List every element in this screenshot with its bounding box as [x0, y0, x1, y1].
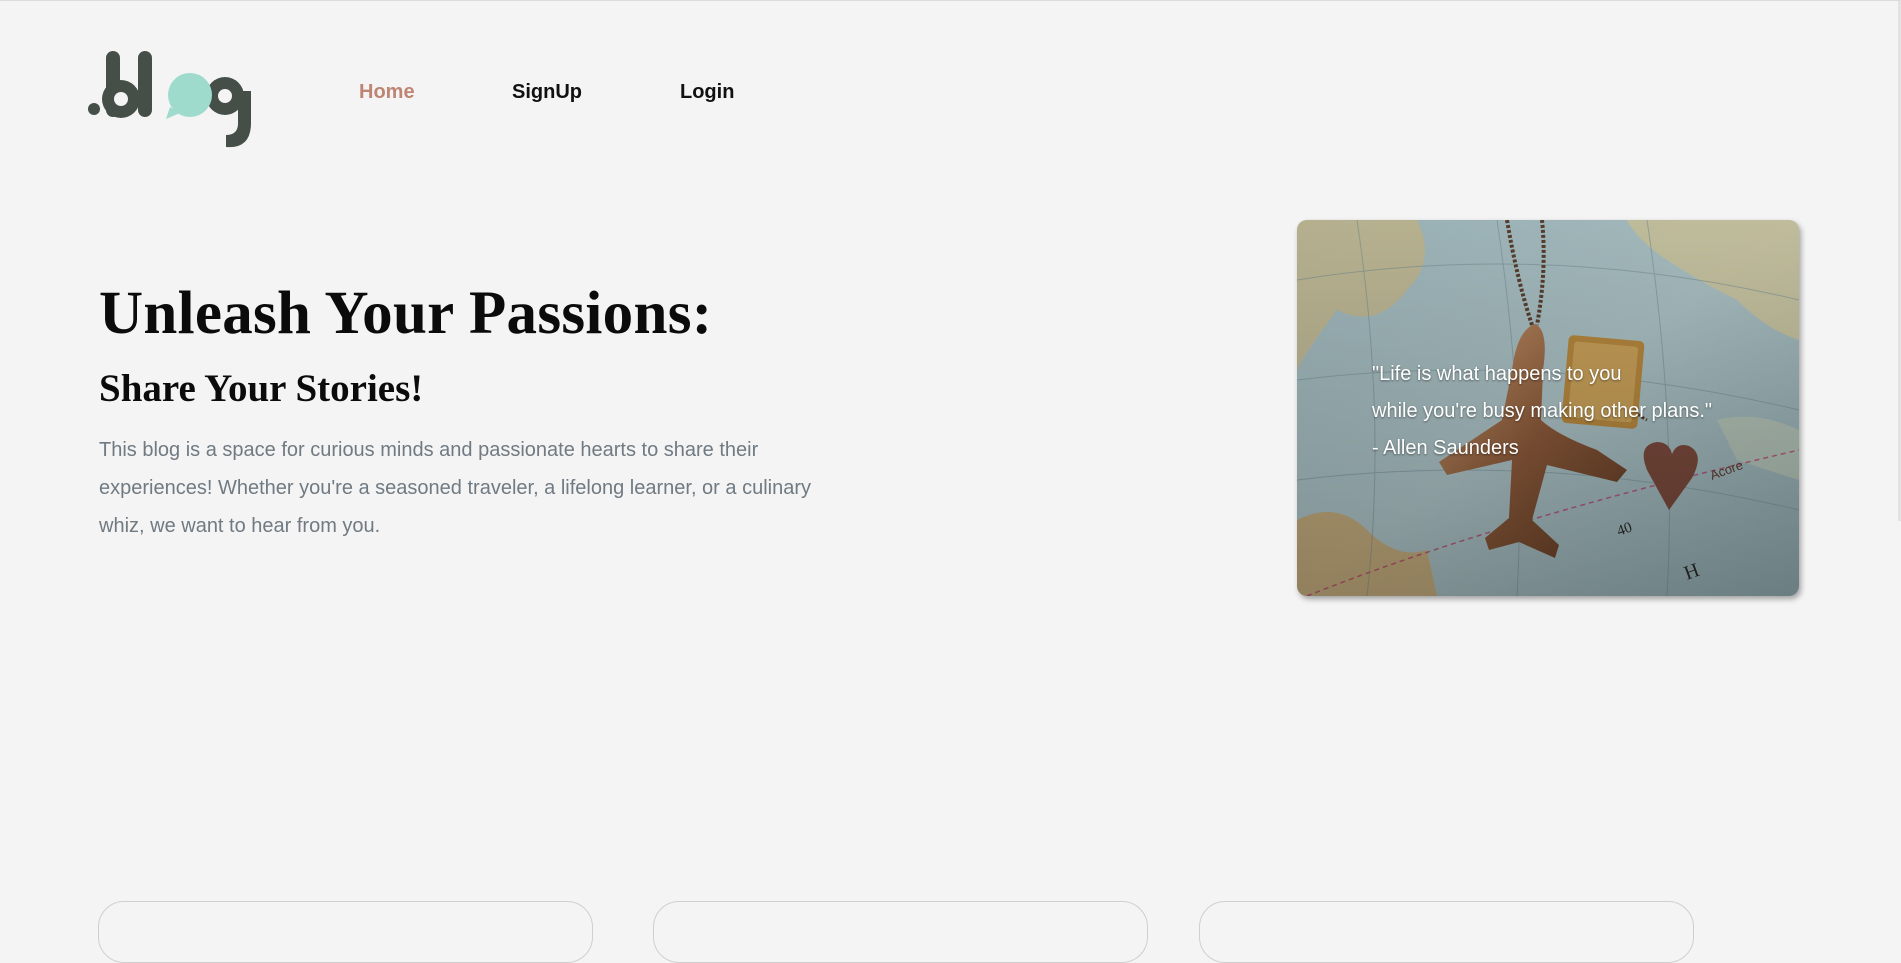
quote-line-2: while you're busy making other plans."	[1372, 400, 1712, 422]
post-card[interactable]	[653, 901, 1148, 963]
quote-text: "Life is what happens to you while you'r…	[1372, 356, 1712, 467]
feature-quote-card: Acore H 40 "Life is what happens to you …	[1297, 220, 1799, 596]
nav-login-link[interactable]: Login	[680, 81, 734, 104]
nav-signup-link[interactable]: SignUp	[512, 81, 582, 104]
nav-home-link[interactable]: Home	[359, 81, 415, 104]
post-card[interactable]	[98, 901, 593, 963]
blog-logo-icon	[88, 51, 251, 148]
hero-title: Unleash Your Passions:	[99, 280, 713, 347]
hero-subtitle: Share Your Stories!	[99, 367, 424, 410]
quote-author: - Allen Saunders	[1372, 437, 1519, 459]
hero-description: This blog is a space for curious minds a…	[99, 439, 811, 537]
quote-line-1: "Life is what happens to you	[1372, 363, 1622, 385]
blog-logo[interactable]	[86, 49, 258, 149]
post-card[interactable]	[1199, 901, 1694, 963]
